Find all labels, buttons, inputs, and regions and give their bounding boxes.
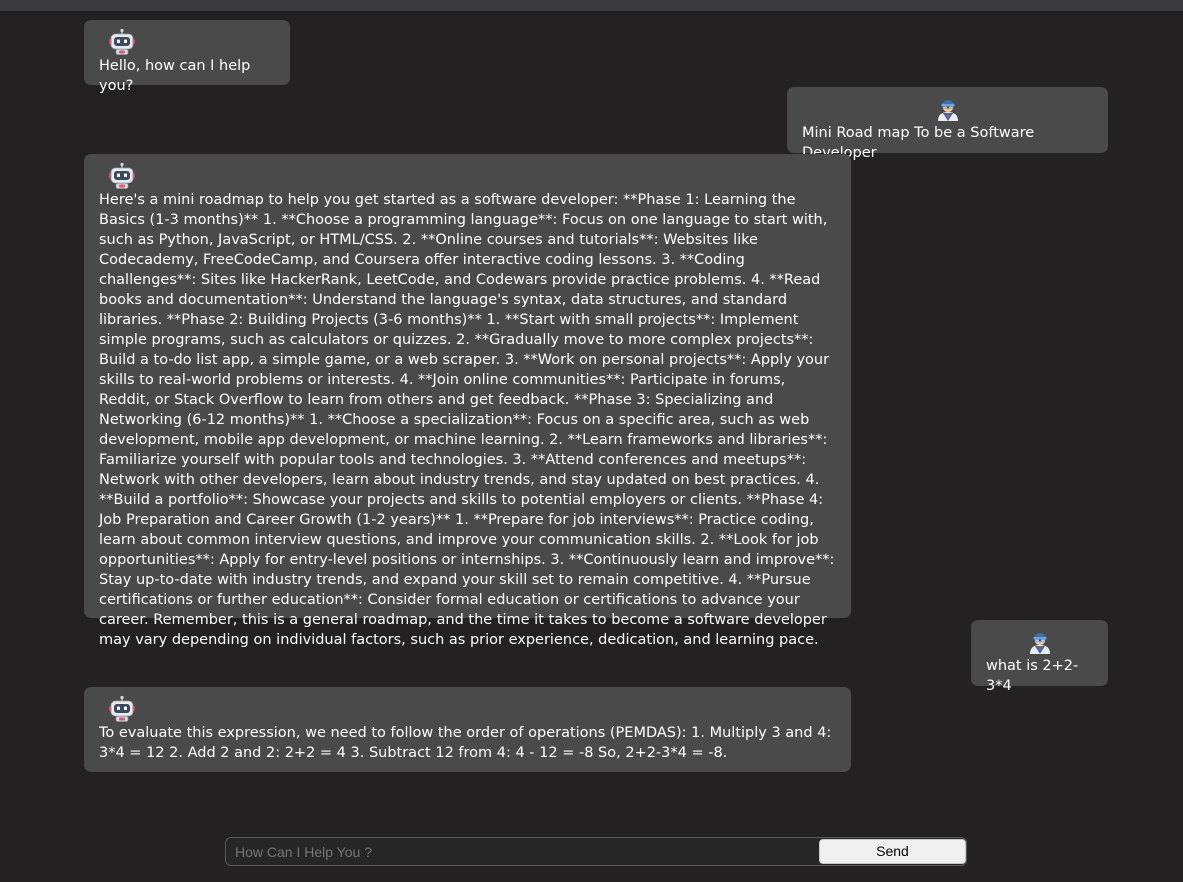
user-avatar-icon (935, 95, 961, 123)
bot-message-text: To evaluate this expression, we need to … (99, 725, 832, 761)
bot-message: Hello, how can I help you? (84, 20, 290, 94)
send-button[interactable]: Send (819, 839, 966, 864)
bot-message: Here's a mini roadmap to help you get st… (84, 154, 851, 648)
bot-message-text: Hello, how can I help you? (99, 58, 251, 94)
robot-icon (109, 162, 135, 190)
user-avatar-icon (1027, 628, 1053, 656)
bot-message-text: Here's a mini roadmap to help you get st… (99, 192, 835, 648)
user-message: Mini Road map To be a Software Developer (787, 87, 1108, 161)
user-message-text: what is 2+2-3*4 (986, 658, 1079, 694)
user-message: what is 2+2-3*4 (971, 620, 1108, 694)
bot-message: To evaluate this expression, we need to … (84, 687, 851, 772)
robot-icon (109, 695, 135, 723)
robot-icon (109, 28, 135, 56)
chat-input-bar: Send (225, 837, 967, 866)
top-bar (0, 0, 1183, 11)
chat-input[interactable] (226, 838, 816, 865)
